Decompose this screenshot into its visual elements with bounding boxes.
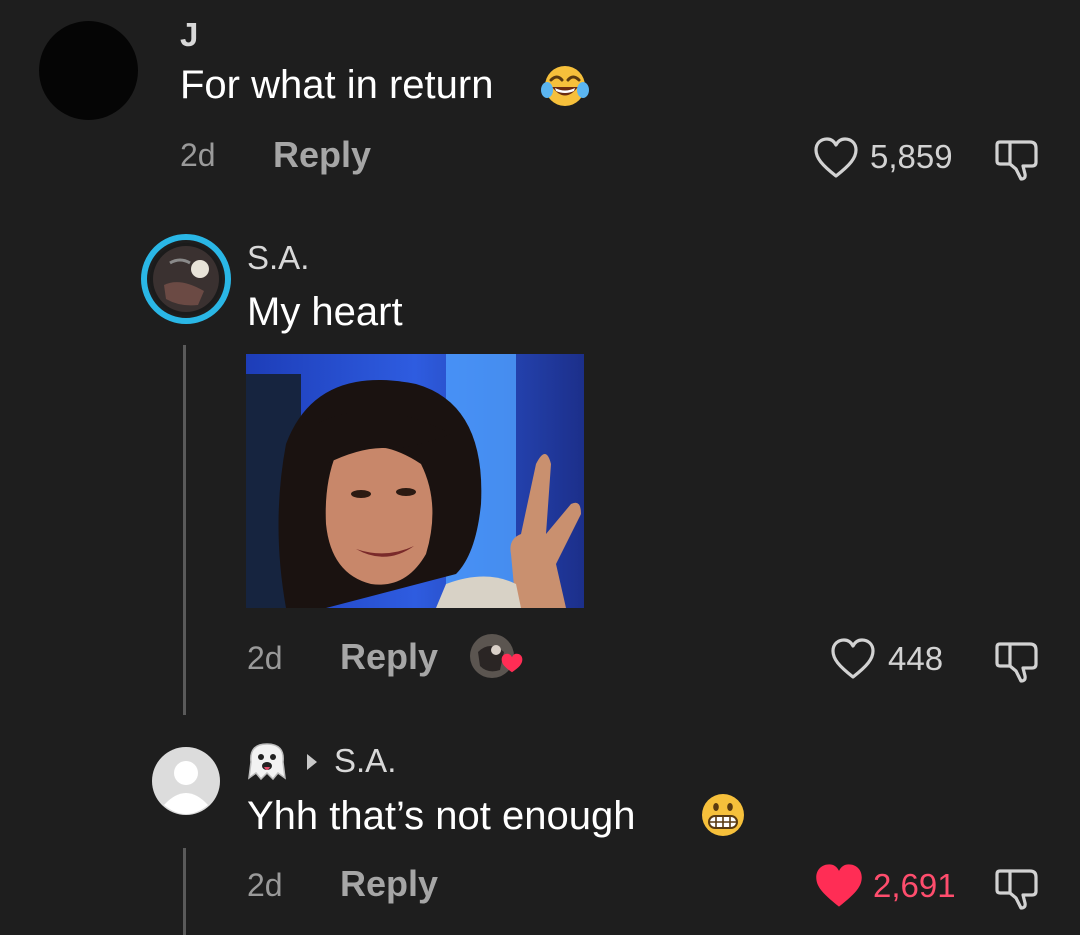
- avatar[interactable]: [140, 233, 232, 325]
- comment-time: 2d: [247, 867, 283, 903]
- reply-button[interactable]: Reply: [273, 137, 371, 173]
- heart-outline-icon[interactable]: [829, 637, 877, 681]
- like-count: 2,691: [873, 867, 956, 904]
- like-count: 5,859: [870, 138, 953, 175]
- reply-to-username[interactable]: S.A.: [334, 744, 396, 777]
- thread-line: [183, 848, 186, 935]
- heart-filled-icon[interactable]: [813, 862, 865, 910]
- laughing-emoji-icon: [541, 66, 589, 106]
- comment-text: Yhh that’s not enough: [247, 796, 635, 836]
- comment-text: My heart: [247, 290, 403, 334]
- comment-text-content: For what in return: [180, 63, 494, 107]
- comment-text-content: Yhh that’s not enough: [247, 794, 636, 838]
- heart-outline-icon[interactable]: [812, 136, 860, 180]
- like-count: 448: [888, 640, 944, 677]
- comment-time: 2d: [247, 640, 283, 676]
- comment-username[interactable]: S.A.: [247, 241, 309, 274]
- dislike-icon[interactable]: [992, 636, 1044, 686]
- comment-username[interactable]: J: [180, 18, 198, 51]
- grimacing-emoji-icon: [702, 794, 744, 836]
- avatar[interactable]: [39, 21, 138, 120]
- creator-liked-badge: [470, 634, 523, 678]
- comment-time: 2d: [180, 137, 216, 173]
- comment-text: For what in return: [180, 65, 493, 105]
- dislike-icon[interactable]: [992, 863, 1044, 913]
- play-triangle-icon: [307, 754, 317, 770]
- dislike-icon[interactable]: [992, 134, 1044, 184]
- avatar[interactable]: [152, 747, 220, 815]
- ghost-emoji-icon[interactable]: [245, 740, 289, 782]
- comment-image[interactable]: [246, 354, 584, 608]
- reply-button[interactable]: Reply: [340, 866, 438, 902]
- reply-button[interactable]: Reply: [340, 639, 438, 675]
- thread-line: [183, 345, 186, 715]
